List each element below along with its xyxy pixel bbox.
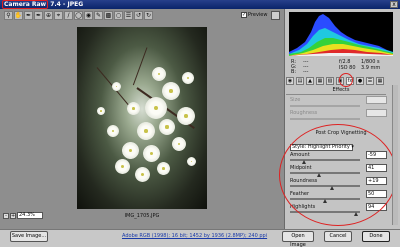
zoom-out-button[interactable]: - (3, 212, 9, 219)
basic-icon[interactable]: ◉ (286, 76, 294, 85)
app-name: Camera Raw (2, 0, 49, 9)
image-preview (77, 27, 207, 209)
fullscreen-icon[interactable] (271, 11, 280, 20)
rotate-cw-icon[interactable]: ↻ (144, 11, 153, 20)
title-bar: Camera Raw 7.4 - JPEG x (0, 0, 400, 9)
file-format: JPEG (67, 1, 84, 8)
preview-label: Preview (248, 12, 268, 18)
effects-title: Effects (332, 87, 350, 93)
target-adjustment-icon[interactable]: ⊕ (44, 11, 53, 20)
fx-highlight-circle (339, 73, 353, 87)
title-separator: - (60, 1, 68, 8)
hand-icon[interactable]: ✋ (14, 11, 23, 20)
flower (172, 137, 186, 151)
radial-filter-icon[interactable]: ○ (114, 11, 123, 20)
camera-calibration-icon[interactable]: ● (356, 76, 364, 85)
flower (152, 67, 166, 81)
histogram (289, 12, 393, 56)
adjustment-brush-icon[interactable]: ✎ (94, 11, 103, 20)
graduated-filter-icon[interactable]: ▩ (104, 11, 113, 20)
flower (115, 159, 130, 174)
zoom-level-select[interactable]: 24.3% (17, 212, 43, 219)
color-sampler-icon[interactable]: ✒ (34, 11, 43, 20)
iso: ISO 80 (339, 65, 356, 71)
flower (127, 102, 140, 115)
flower (182, 72, 194, 84)
open-image-button[interactable]: Open Image (282, 231, 314, 247)
flower (177, 107, 195, 125)
b-value: --- (303, 69, 309, 75)
split-tone-icon[interactable]: ▧ (326, 76, 334, 85)
save-image-button[interactable]: Save Image... (10, 231, 48, 242)
hsl-icon[interactable]: ▦ (316, 76, 324, 85)
flower (157, 162, 170, 175)
readout: R: --- G: --- B: --- f/2.8 1/800 s ISO 8… (289, 58, 393, 75)
white-balance-icon[interactable]: ✒ (24, 11, 33, 20)
flower (97, 107, 105, 115)
window-title: Camera Raw 7.4 - JPEG (2, 0, 83, 9)
straighten-icon[interactable]: ∕ (64, 11, 73, 20)
grain-roughness-label: Roughness (290, 110, 318, 116)
snapshots-icon[interactable]: ▦ (376, 76, 384, 85)
grain-roughness-value (366, 109, 387, 117)
flower (122, 142, 139, 159)
flower (159, 119, 175, 135)
divider (286, 94, 386, 95)
workflow-options-link[interactable]: Adobe RGB (1998); 16 bit; 1452 by 1936 (… (122, 233, 267, 239)
branch (132, 47, 148, 86)
tone-curve-icon[interactable]: ▤ (296, 76, 304, 85)
image-filename: IMG_1705.JPG (124, 213, 160, 219)
panel-scrollbar[interactable] (392, 85, 398, 225)
flower (137, 122, 155, 140)
b-label: B: (291, 69, 297, 75)
grain-roughness-slider (290, 118, 360, 120)
flower (135, 167, 150, 182)
preview-checkbox[interactable]: ✓ (241, 12, 247, 18)
flower (112, 82, 121, 91)
flower (107, 125, 119, 137)
spot-removal-icon[interactable]: ◯ (74, 11, 83, 20)
rotate-ccw-icon[interactable]: ↺ (134, 11, 143, 20)
preferences-icon[interactable]: ☰ (124, 11, 133, 20)
grain-size-label: Size (290, 97, 301, 103)
zoom-control: - + 24.3% (3, 212, 43, 219)
red-eye-icon[interactable]: ◉ (84, 11, 93, 20)
focal-length: 3.9 mm (361, 65, 381, 71)
grain-size-slider (290, 105, 360, 107)
vignette-highlight-circle (279, 124, 397, 226)
grain-size-value (366, 96, 387, 104)
detail-icon[interactable]: ▲ (306, 76, 314, 85)
zoom-icon[interactable]: ⚲ (4, 11, 13, 20)
flower (187, 157, 196, 166)
close-button[interactable]: x (390, 1, 398, 8)
presets-icon[interactable]: ☰ (366, 76, 374, 85)
flower (145, 97, 167, 119)
app-version: 7.4 (50, 1, 61, 8)
done-button[interactable]: Done (362, 231, 390, 242)
cancel-button[interactable]: Cancel (324, 231, 352, 242)
flower (143, 145, 160, 162)
crop-icon[interactable]: ⌖ (54, 11, 63, 20)
toolbar: ⚲ ✋ ✒ ✒ ⊕ ⌖ ∕ ◯ ◉ ✎ ▩ ○ ☰ ↺ ↻ (4, 11, 153, 22)
zoom-in-button[interactable]: + (10, 212, 16, 219)
flower (162, 82, 180, 100)
preview-toggle[interactable]: ✓ Preview (241, 12, 267, 18)
